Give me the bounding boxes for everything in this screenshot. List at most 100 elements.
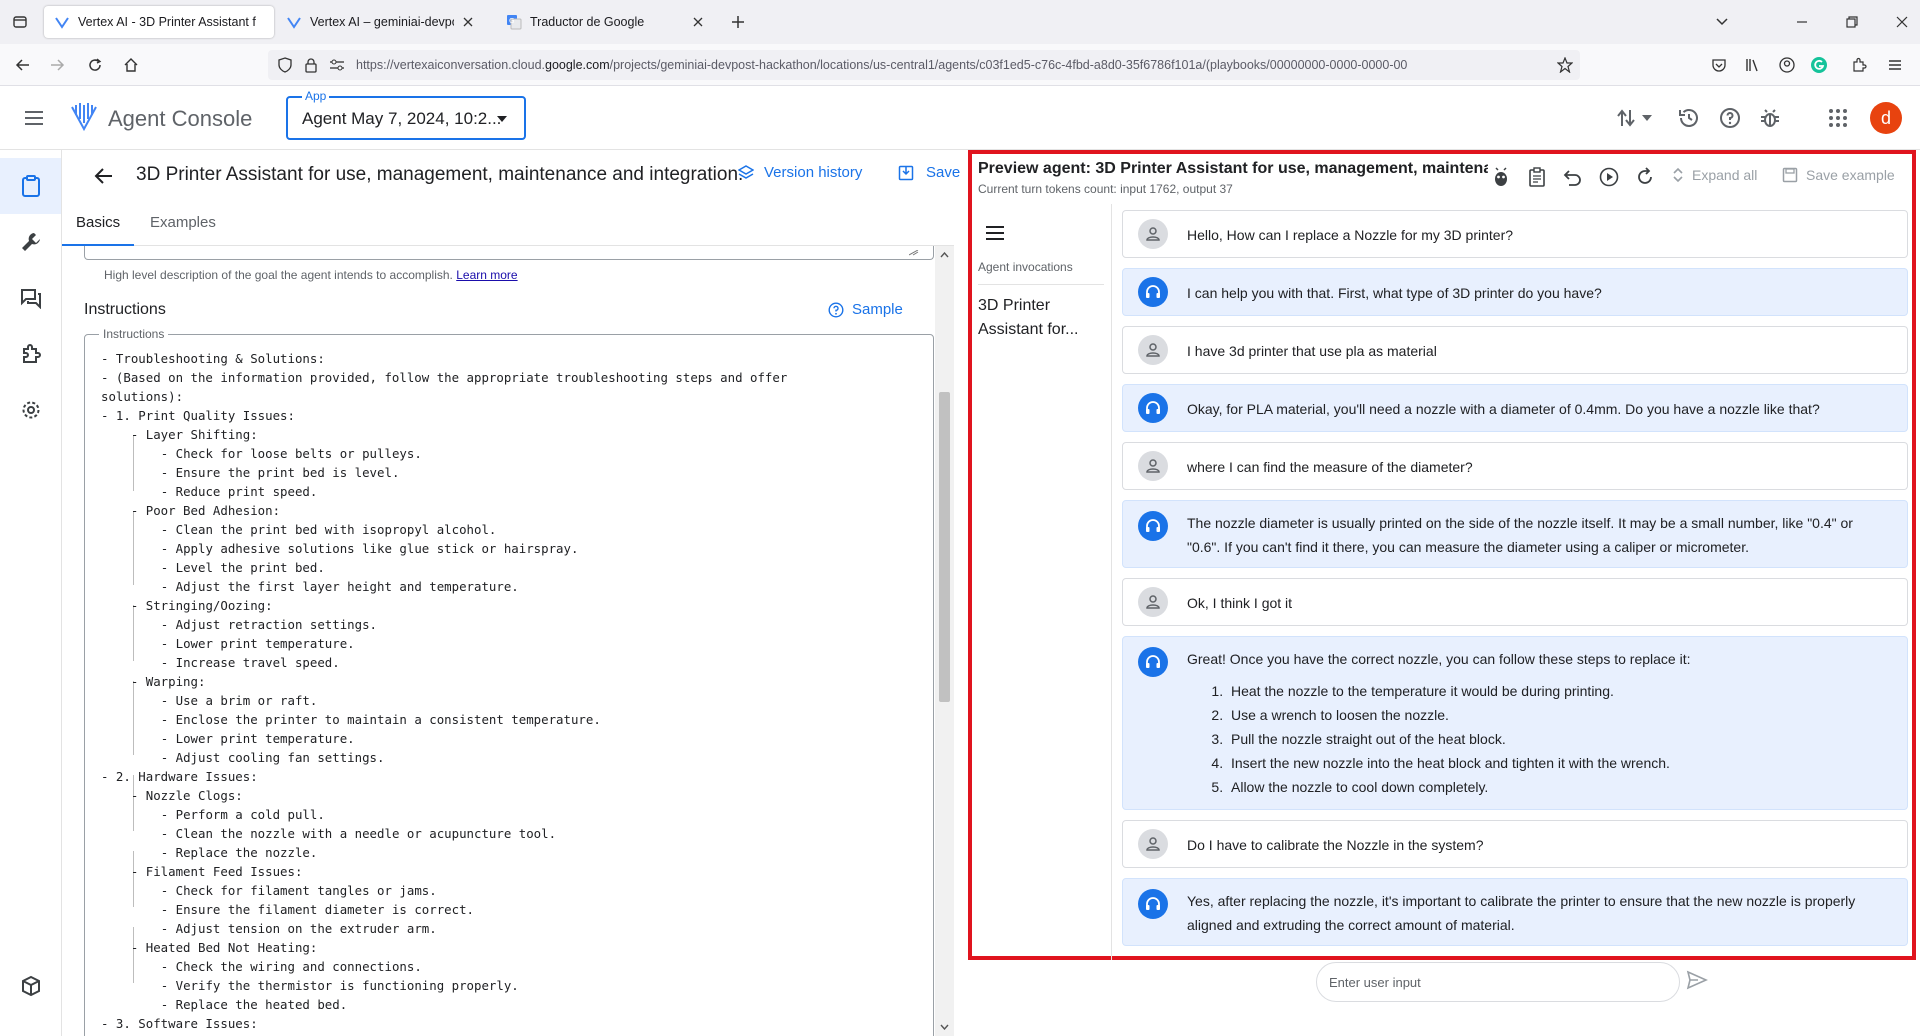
forward-arrow-icon[interactable] bbox=[46, 54, 68, 76]
rail-settings-gear-icon[interactable] bbox=[0, 382, 61, 438]
send-icon[interactable] bbox=[1686, 970, 1710, 994]
minimize-window-icon[interactable] bbox=[1792, 12, 1812, 32]
token-count: Current turn tokens count: input 1762, o… bbox=[978, 182, 1233, 196]
scroll-up-icon[interactable] bbox=[940, 252, 949, 258]
browser-tab-vertex-3d[interactable]: Vertex AI - 3D Printer Assistant f bbox=[44, 6, 274, 38]
undo-icon[interactable] bbox=[1562, 166, 1584, 188]
tab-examples[interactable]: Examples bbox=[136, 200, 230, 246]
agent-headset-icon bbox=[1138, 393, 1168, 423]
chat-message-agent[interactable]: The nozzle diameter is usually printed o… bbox=[1122, 500, 1908, 568]
layers-icon bbox=[738, 164, 754, 179]
editor-tabs: Basics Examples bbox=[62, 200, 954, 246]
account-icon[interactable] bbox=[1776, 54, 1798, 76]
chat-message-agent[interactable]: Great! Once you have the correct nozzle,… bbox=[1122, 636, 1908, 810]
shield-icon[interactable] bbox=[274, 54, 296, 76]
rail-conversations-icon[interactable] bbox=[0, 270, 61, 326]
editor-scroll-thumb[interactable] bbox=[939, 392, 950, 702]
close-tab-icon[interactable] bbox=[460, 14, 476, 30]
new-tab-icon[interactable] bbox=[728, 12, 748, 32]
message-text: Yes, after replacing the nozzle, it's im… bbox=[1187, 893, 1856, 933]
user-person-icon bbox=[1138, 451, 1168, 481]
library-icon[interactable] bbox=[1742, 54, 1764, 76]
bug-icon[interactable] bbox=[1758, 106, 1782, 130]
extensions-puzzle-icon[interactable] bbox=[1848, 54, 1870, 76]
reset-icon[interactable] bbox=[1634, 166, 1656, 188]
apps-grid-icon[interactable] bbox=[1826, 106, 1850, 130]
save-button[interactable]: Save bbox=[898, 164, 960, 181]
home-icon[interactable] bbox=[120, 54, 142, 76]
step-item: Insert the new nozzle into the heat bloc… bbox=[1227, 751, 1877, 775]
chat-message-user[interactable]: Ok, I think I got it bbox=[1122, 578, 1908, 626]
rail-playbooks-clipboard-icon[interactable] bbox=[0, 158, 61, 214]
clipboard-icon[interactable] bbox=[1526, 166, 1548, 188]
editor-title-row: 3D Printer Assistant for use, management… bbox=[62, 150, 960, 200]
invocations-menu-icon[interactable] bbox=[986, 226, 1004, 240]
browser-menu-icon[interactable] bbox=[1884, 54, 1906, 76]
instructions-text[interactable]: - Troubleshooting & Solutions: - (Based … bbox=[101, 349, 923, 1033]
rail-extensions-puzzle-icon[interactable] bbox=[0, 326, 61, 382]
instructions-textarea[interactable]: Instructions - Troubleshooting & Solutio… bbox=[84, 327, 934, 1036]
user-input-field[interactable] bbox=[1329, 971, 1659, 993]
chat-message-user[interactable]: where I can find the measure of the diam… bbox=[1122, 442, 1908, 490]
tab-overflow-chevron-icon[interactable] bbox=[1712, 12, 1732, 32]
chat-message-agent[interactable]: I can help you with that. First, what ty… bbox=[1122, 268, 1908, 316]
user-person-icon bbox=[1138, 829, 1168, 859]
goal-textarea[interactable] bbox=[84, 246, 934, 260]
help-icon[interactable] bbox=[1718, 106, 1742, 130]
import-export-caret-icon[interactable] bbox=[1640, 106, 1654, 130]
agent-headset-icon bbox=[1138, 647, 1168, 677]
chat-message-agent[interactable]: Okay, for PLA material, you'll need a no… bbox=[1122, 384, 1908, 432]
reload-icon[interactable] bbox=[84, 54, 106, 76]
invocation-item[interactable]: 3D Printer Assistant for... bbox=[978, 294, 1098, 342]
browser-nav-bar: https://vertexaiconversation.cloud.googl… bbox=[0, 44, 1920, 86]
rail-tools-wrench-icon[interactable] bbox=[0, 214, 61, 270]
restore-window-icon[interactable] bbox=[1842, 12, 1862, 32]
resize-handle-icon[interactable] bbox=[909, 250, 919, 256]
editor-scrollbar[interactable] bbox=[935, 246, 954, 1036]
divider bbox=[978, 284, 1104, 285]
preview-agent-panel: Preview agent: 3D Printer Assistant for … bbox=[968, 150, 1916, 960]
browser-tab-vertex-devpost[interactable]: Vertex AI – geminiai-devpost-h bbox=[276, 6, 486, 38]
back-arrow-icon[interactable] bbox=[92, 164, 116, 188]
tab-list-icon[interactable] bbox=[8, 10, 32, 34]
step-item: Pull the nozzle straight out of the heat… bbox=[1227, 727, 1877, 751]
grammarly-extension-icon[interactable] bbox=[1808, 54, 1830, 76]
user-person-icon bbox=[1138, 219, 1168, 249]
tab-basics[interactable]: Basics bbox=[62, 200, 135, 246]
history-icon[interactable] bbox=[1677, 106, 1701, 130]
browser-tab-translate[interactable]: G Traductor de Google bbox=[496, 6, 716, 38]
play-icon[interactable] bbox=[1598, 166, 1620, 188]
chat-message-user[interactable]: Do I have to calibrate the Nozzle in the… bbox=[1122, 820, 1908, 868]
lock-icon[interactable] bbox=[300, 54, 322, 76]
app-selector[interactable]: App Agent May 7, 2024, 10:2... bbox=[286, 89, 526, 140]
model-mascot-icon[interactable] bbox=[1490, 166, 1512, 188]
sample-button[interactable]: Sample bbox=[828, 301, 903, 318]
rail-package-cube-icon[interactable] bbox=[0, 958, 61, 1014]
chat-message-user[interactable]: Hello, How can I replace a Nozzle for my… bbox=[1122, 210, 1908, 258]
user-avatar[interactable]: d bbox=[1870, 102, 1902, 134]
user-input-container bbox=[1316, 962, 1680, 1002]
app-selector-label: App bbox=[302, 89, 330, 103]
pocket-icon[interactable] bbox=[1708, 54, 1730, 76]
learn-more-link[interactable]: Learn more bbox=[456, 268, 517, 282]
message-text: I can help you with that. First, what ty… bbox=[1187, 285, 1602, 301]
chat-message-agent[interactable]: Yes, after replacing the nozzle, it's im… bbox=[1122, 878, 1908, 946]
version-history-button[interactable]: Version history bbox=[738, 164, 862, 181]
back-arrow-icon[interactable] bbox=[12, 54, 34, 76]
bookmark-star-icon[interactable] bbox=[1554, 54, 1576, 76]
close-window-icon[interactable] bbox=[1892, 12, 1912, 32]
save-example-label: Save example bbox=[1806, 167, 1895, 183]
permissions-icon[interactable] bbox=[326, 54, 348, 76]
editor-scroll-area: High level description of the goal the a… bbox=[62, 246, 954, 1036]
chat-message-user[interactable]: I have 3d printer that use pla as materi… bbox=[1122, 326, 1908, 374]
url-text[interactable]: https://vertexaiconversation.cloud.googl… bbox=[356, 58, 1541, 72]
scroll-down-icon[interactable] bbox=[940, 1024, 949, 1030]
url-bar[interactable]: https://vertexaiconversation.cloud.googl… bbox=[268, 50, 1580, 80]
import-export-icon[interactable] bbox=[1614, 106, 1638, 130]
hamburger-menu-icon[interactable] bbox=[22, 106, 46, 130]
save-example-button[interactable]: Save example bbox=[1782, 167, 1895, 183]
product-name: Agent Console bbox=[108, 106, 253, 131]
expand-all-button[interactable]: Expand all bbox=[1672, 167, 1757, 183]
close-tab-icon[interactable] bbox=[690, 14, 706, 30]
google-translate-favicon-icon: G bbox=[507, 15, 522, 30]
